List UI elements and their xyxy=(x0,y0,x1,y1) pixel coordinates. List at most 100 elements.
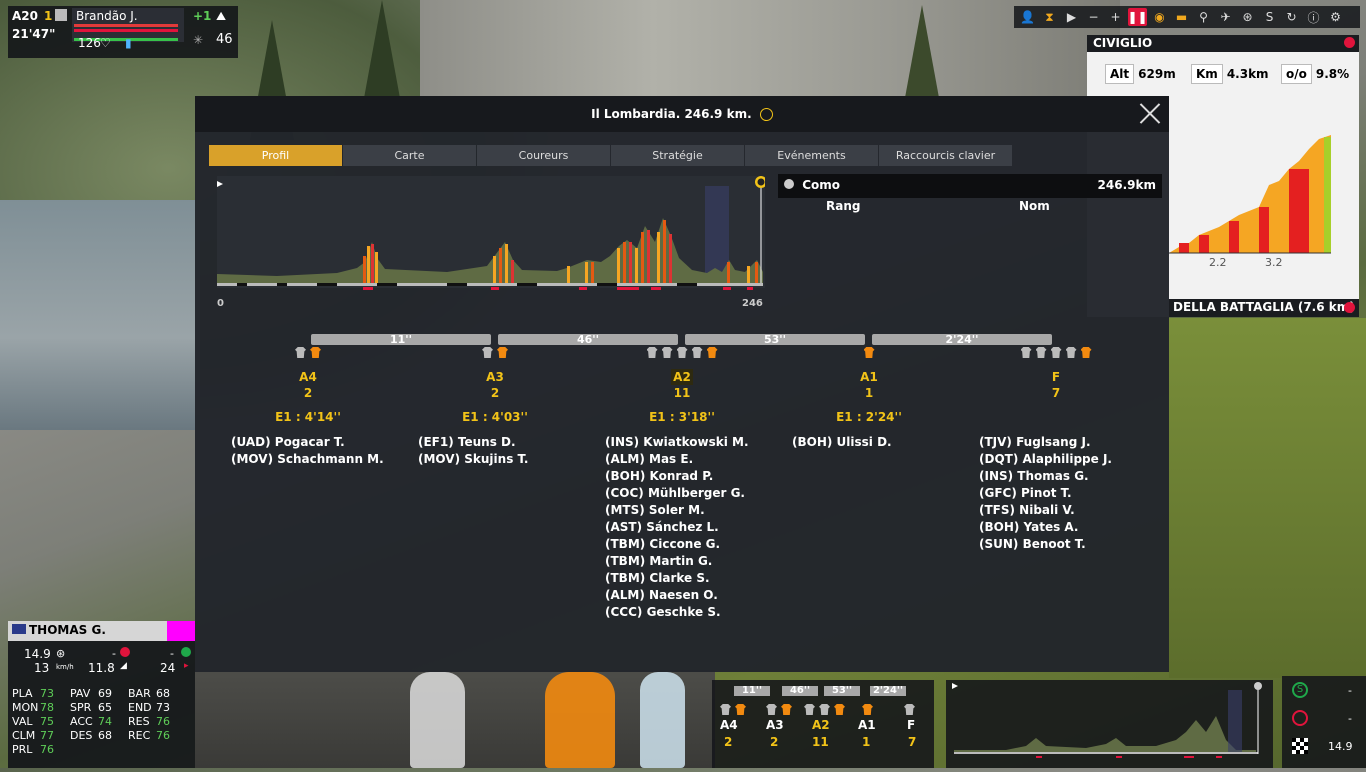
wheel-icon[interactable]: ⊛ xyxy=(1238,8,1257,26)
flag-icon: ▸ xyxy=(184,661,189,671)
position-delta: +1 xyxy=(193,9,212,23)
rider-entry[interactable]: (GFC) Pinot T. xyxy=(979,485,1112,502)
rank-column-header: Rang xyxy=(826,199,861,213)
rider-entry[interactable]: (INS) Kwiatkowski M. xyxy=(605,434,749,451)
climb-tick: 2.2 xyxy=(1209,256,1227,269)
jersey-icon xyxy=(482,347,493,358)
group-count: 2 xyxy=(490,386,500,400)
tab-evenements[interactable]: Evénements xyxy=(745,145,878,166)
hourglass-icon[interactable]: ⧗ xyxy=(1040,8,1059,26)
sprint-icon[interactable]: S xyxy=(1260,8,1279,26)
race-logo-icon xyxy=(759,108,773,121)
rider-entry[interactable]: (UAD) Pogacar T. xyxy=(231,434,384,451)
mini-group-name: A3 xyxy=(766,718,784,732)
climb-segment-steep xyxy=(1229,221,1239,253)
rider-card[interactable]: THOMAS G. 14.9 ⊛ - - 13 km/h 11.8 ◢ 24 ▸… xyxy=(8,621,195,768)
rider-entry[interactable]: (TJV) Fuglsang J. xyxy=(979,434,1112,451)
rider-entry[interactable]: (TFS) Nibali V. xyxy=(979,502,1112,519)
mountain-icon xyxy=(1292,710,1308,726)
mini-group-count: 2 xyxy=(724,735,733,749)
rider-entry[interactable]: (INS) Thomas G. xyxy=(979,468,1112,485)
group-column[interactable]: F 7 xyxy=(996,347,1116,401)
gear-icon[interactable]: ⚙ xyxy=(1326,8,1345,26)
mountain-value: - xyxy=(1348,712,1352,725)
plus-icon[interactable]: + xyxy=(1106,8,1125,26)
pause-icon[interactable]: ❚❚ xyxy=(1127,8,1148,26)
finish-distance: 14.9 xyxy=(1328,740,1353,753)
rider-entry[interactable]: (TBM) Clarke S. xyxy=(605,570,749,587)
effort-bar xyxy=(74,29,178,32)
rider-entry[interactable]: (MOV) Skujins T. xyxy=(418,451,528,468)
tab-raccourcis[interactable]: Raccourcis clavier xyxy=(879,145,1012,166)
car-icon[interactable]: ▬ xyxy=(1172,8,1191,26)
mini-gap-bar: 46'' xyxy=(782,686,818,696)
heart-icon: ♡ xyxy=(100,36,111,50)
group-column[interactable]: A3 2 E1 : 4'03'' xyxy=(435,347,555,424)
jersey-icon xyxy=(706,347,718,358)
gap-bar: 53'' xyxy=(685,334,865,345)
rider-entry[interactable]: (MTS) Soler M. xyxy=(605,502,749,519)
gap-icon: ✳ xyxy=(193,33,204,47)
group-count: 2 xyxy=(303,386,313,400)
rider-entry[interactable]: (TBM) Ciccone G. xyxy=(605,536,749,553)
rider-entry[interactable]: (BOH) Ulissi D. xyxy=(792,434,892,451)
rider-entry[interactable]: (MOV) Schachmann M. xyxy=(231,451,384,468)
group-column[interactable]: A2 11 E1 : 3'18'' xyxy=(622,347,742,424)
mini-group-jerseys xyxy=(902,700,917,719)
rider-entry[interactable]: (SUN) Benoot T. xyxy=(979,536,1112,553)
stage-profile-chart[interactable]: 0 246 km xyxy=(217,176,765,311)
rider-icon[interactable]: 👤 xyxy=(1018,8,1037,26)
rider-entry[interactable]: (CCC) Geschke S. xyxy=(605,604,749,621)
group-rider-list: (BOH) Ulissi D. xyxy=(792,434,892,451)
tab-carte[interactable]: Carte xyxy=(343,145,476,166)
info-icon[interactable]: ⓘ xyxy=(1304,8,1323,26)
next-climb-close-icon[interactable] xyxy=(1344,302,1355,313)
group-column[interactable]: A1 1 E1 : 2'24'' xyxy=(809,347,929,424)
tab-profil[interactable]: Profil xyxy=(209,145,342,166)
race-time: 21'47" xyxy=(12,27,56,41)
mini-profile-widget[interactable] xyxy=(946,680,1273,768)
minus-icon[interactable]: − xyxy=(1084,8,1103,26)
dash-value: - xyxy=(112,647,116,660)
rider-entry[interactable]: (DQT) Alaphilippe J. xyxy=(979,451,1112,468)
rider-entry[interactable]: (COC) Mühlberger G. xyxy=(605,485,749,502)
eye-icon[interactable]: ◉ xyxy=(1150,8,1169,26)
dialog-title: Il Lombardia. 246.9 km. xyxy=(591,107,752,121)
gap-bar: 2'24'' xyxy=(872,334,1052,345)
rider-entry[interactable]: (BOH) Yates A. xyxy=(979,519,1112,536)
rider-status-widget[interactable]: A20 1 21'47" Brandão J. 126 ♡ ▮ +1 ⛰ ✳ 4… xyxy=(8,6,238,58)
points-summary-widget: S - - 14.9 xyxy=(1282,676,1366,768)
group-rider-list: (EF1) Teuns D. (MOV) Skujins T. xyxy=(418,434,528,468)
climb-close-icon[interactable] xyxy=(1344,37,1355,48)
jersey-icon xyxy=(646,347,658,358)
rider-entry[interactable]: (ALM) Naesen O. xyxy=(605,587,749,604)
group-rider-list: (TJV) Fuglsang J. (DQT) Alaphilippe J. (… xyxy=(979,434,1112,553)
close-button[interactable] xyxy=(1139,102,1161,124)
group-rider-list: (UAD) Pogacar T. (MOV) Schachmann M. xyxy=(231,434,384,468)
swap-icon[interactable]: ↻ xyxy=(1282,8,1301,26)
tab-coureurs[interactable]: Coureurs xyxy=(477,145,610,166)
jersey-icon xyxy=(863,347,875,358)
rider-entry[interactable]: (AST) Sánchez L. xyxy=(605,519,749,536)
finish-flag-icon xyxy=(1292,738,1308,754)
motorbike-icon[interactable]: ⚲ xyxy=(1194,8,1213,26)
dialog-tabs: Profil Carte Coureurs Stratégie Evénemen… xyxy=(209,145,1012,166)
sprint-icon: S xyxy=(1292,682,1308,698)
cyclist-figure xyxy=(410,672,465,768)
rider-entry[interactable]: (TBM) Martin G. xyxy=(605,553,749,570)
tab-strategie[interactable]: Stratégie xyxy=(611,145,744,166)
jersey-icon xyxy=(55,9,67,21)
group-column[interactable]: A4 2 E1 : 4'14'' xyxy=(248,347,368,424)
mini-group-jerseys xyxy=(860,700,875,719)
mini-groups-widget[interactable]: 11'' 46'' 53'' 2'24'' A4 A3 A2 A1 F 2 2 … xyxy=(712,680,934,768)
top-toolbar: 👤 ⧗ ▶ − + ❚❚ ◉ ▬ ⚲ ✈ ⊛ S ↻ ⓘ ⚙ xyxy=(1014,6,1360,28)
rider-entry[interactable]: (ALM) Mas E. xyxy=(605,451,749,468)
mountain-icon: ⛰ xyxy=(216,9,227,23)
gap-value: 24 xyxy=(160,661,176,675)
mini-group-name: A4 xyxy=(720,718,738,732)
rider-entry[interactable]: (EF1) Teuns D. xyxy=(418,434,528,451)
rider-entry[interactable]: (BOH) Konrad P. xyxy=(605,468,749,485)
helicopter-icon[interactable]: ✈ xyxy=(1216,8,1235,26)
play-icon[interactable]: ▶ xyxy=(1062,8,1081,26)
cyclist-figure xyxy=(545,672,615,768)
